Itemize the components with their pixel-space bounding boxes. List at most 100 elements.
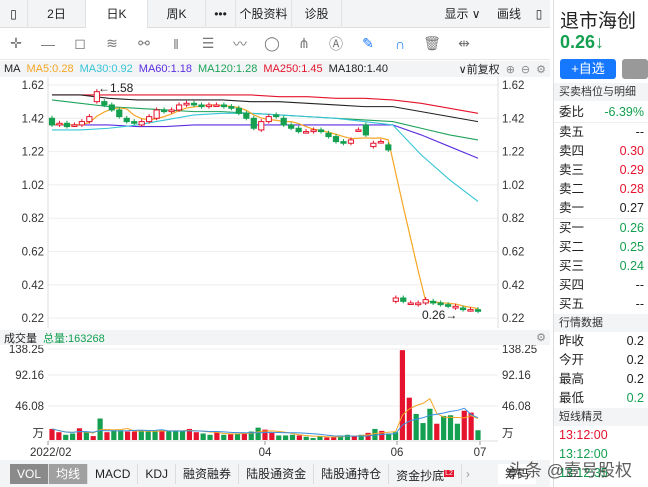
candle-body: [138, 121, 145, 126]
row-label: 买五: [559, 297, 585, 311]
volume-axis-label-left: 46.08: [15, 401, 44, 413]
row-value: 0.25: [619, 240, 644, 254]
date-label: 04: [259, 447, 272, 459]
asks-row: 卖五 --: [554, 123, 648, 142]
volume-bar: [56, 432, 62, 440]
volume-bar: [159, 430, 165, 440]
row-label: 卖一: [559, 201, 585, 215]
tab-vol[interactable]: VOL: [10, 463, 50, 484]
volume-bar: [289, 434, 296, 440]
candle-body: [437, 302, 444, 306]
stock-name: 退市海创: [560, 11, 637, 32]
volume-bar: [344, 434, 351, 440]
volume-bar: [461, 410, 467, 440]
candle-body: [400, 297, 407, 302]
volume-bar: [234, 433, 241, 440]
volume-bar: [214, 432, 220, 440]
volume-bar: [179, 430, 186, 440]
row-label: 昨收: [559, 334, 585, 348]
volume-bar: [118, 430, 124, 440]
more-button[interactable]: [622, 59, 648, 79]
tab-hk-flow[interactable]: 陆股通资金: [239, 463, 315, 484]
candle-body: [86, 116, 93, 123]
volume-bar: [276, 435, 282, 440]
tab-ma[interactable]: 均线: [49, 463, 89, 484]
add-watchlist-button[interactable]: +自选: [560, 59, 616, 79]
quote-panel: 退市海创 0.26↓ +自选 买卖档位与明细 委比 -6.39% 卖五 -- 卖四 0.…: [553, 0, 648, 487]
ma5-line: [51, 104, 479, 310]
candle-body: [474, 309, 482, 312]
candle-body: [445, 304, 452, 307]
more-chevron-icon[interactable]: ›: [466, 467, 470, 481]
candle-body: [235, 107, 242, 114]
volume-bar: [83, 432, 89, 440]
candle-body: [183, 102, 190, 106]
asks-row: 卖三 0.29: [554, 161, 648, 180]
price-axis-label-right: 1.02: [502, 180, 524, 192]
tab-macd[interactable]: MACD: [88, 463, 139, 484]
kline-chart[interactable]: 1.62 1.62 1.42 1.42 1.22 1.22 1.02 1.02 0.82 0.82…: [0, 0, 550, 460]
ask-list: 卖五 -- 卖四 0.30 卖三 0.29 卖二 0.28 卖一 0.27: [554, 123, 648, 219]
volume-settings-icon[interactable]: ⚙: [536, 331, 546, 344]
volume-bar: [152, 430, 158, 440]
volume-bar: [310, 438, 316, 440]
tab-kdj[interactable]: KDJ: [138, 463, 177, 484]
tab-margin[interactable]: 融资融券: [176, 463, 240, 484]
bids-row: 买四 --: [554, 276, 648, 295]
row-label: 最高: [559, 372, 585, 386]
price-axis-label-right: 1.62: [502, 80, 524, 92]
price-axis-label-right: 0.42: [502, 280, 524, 292]
row-value: 0.2: [626, 391, 644, 405]
volume-axis-label-right: 46.08: [502, 401, 531, 413]
candle-body: [48, 117, 56, 126]
volume-bar: [413, 413, 419, 440]
candle-body: [161, 109, 168, 113]
tab-bottom-fishing[interactable]: 资金抄底L2: [389, 463, 462, 484]
bid-list: 买一 0.26 买二 0.25 买三 0.24 买四 -- 买五 --: [554, 219, 648, 314]
candle-body: [385, 144, 392, 151]
bids-row: 买五 --: [554, 295, 648, 314]
volume-bar: [193, 432, 199, 440]
volume-bar: [447, 415, 454, 440]
price-axis-label-left: 1.62: [22, 80, 44, 92]
row-label: 卖二: [559, 182, 585, 196]
volume-bar: [70, 433, 76, 440]
candle-body: [108, 104, 115, 111]
row-value: 0.2: [626, 372, 644, 386]
candle-body: [220, 104, 227, 108]
candle-body: [377, 141, 384, 144]
price-axis-label-left: 0.62: [22, 247, 44, 259]
volume-title[interactable]: 成交量: [4, 330, 37, 346]
candle-body: [205, 104, 213, 108]
asks-row: 卖四 0.30: [554, 142, 648, 161]
candle-body: [131, 121, 138, 124]
orderbook-title: 买卖档位与明细: [554, 83, 648, 101]
volume-bar: [475, 430, 481, 440]
date-label: 07: [474, 447, 487, 459]
candle-body: [265, 116, 272, 123]
volume-bar: [104, 432, 110, 440]
tab-bottom-fishing-label: 资金抄底: [396, 468, 445, 483]
tab-hk-holding[interactable]: 陆股通持仓: [314, 463, 390, 484]
price-axis-label-left: 0.82: [22, 213, 44, 225]
row-value: 0.2: [626, 353, 644, 367]
candle-body: [430, 300, 437, 304]
market-row: 昨收 0.2: [554, 332, 648, 351]
row-value: --: [635, 297, 644, 311]
candle-body: [123, 117, 130, 123]
candle-body: [146, 116, 153, 123]
row-value: 0.2: [626, 334, 644, 348]
price-axis-label-left: 0.42: [22, 280, 44, 292]
volume-bar: [420, 423, 426, 440]
row-value: 0.30: [619, 144, 644, 158]
volume-bar: [427, 408, 433, 440]
low-annotation: 0.26→: [422, 308, 457, 322]
candle-body: [153, 109, 160, 119]
down-arrow-icon: ↓: [595, 32, 605, 52]
candle-body: [459, 307, 467, 311]
volume-bar: [303, 436, 309, 440]
volume-axis-label-right: 92.16: [502, 370, 531, 382]
volume-bar: [49, 428, 55, 440]
watermark: 头条 @壹号股权: [508, 461, 632, 480]
candle-body: [422, 299, 429, 304]
